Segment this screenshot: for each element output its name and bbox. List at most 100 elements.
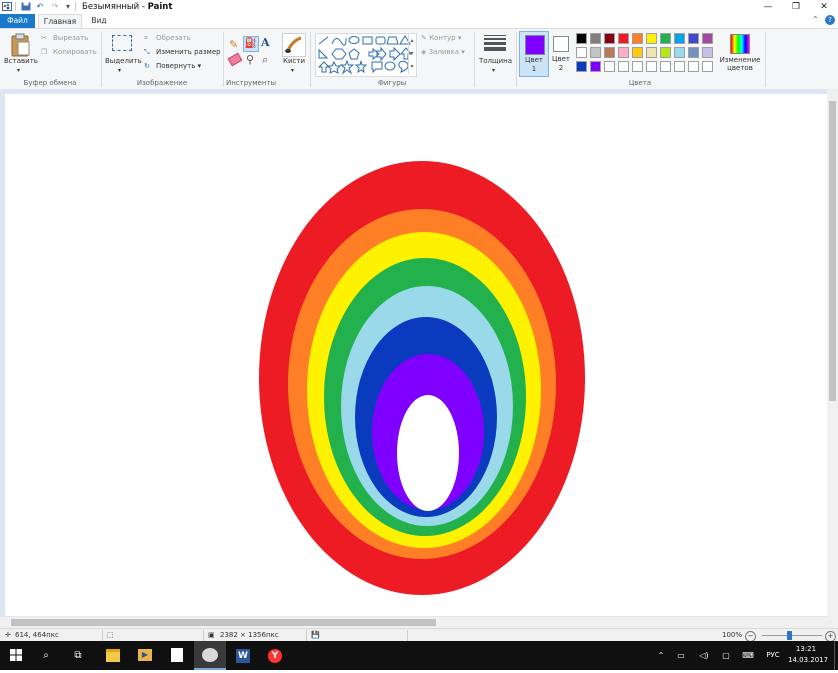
paste-icon[interactable] [9,33,31,59]
select-button[interactable]: Выделить [105,57,142,66]
save-icon[interactable] [21,2,31,11]
volume-icon[interactable]: ◁) [697,641,711,670]
horizontal-scroll-thumb[interactable] [11,619,436,626]
clock[interactable]: 13:21 14.03.2017 [788,644,828,666]
cut-button[interactable]: Вырезать [53,34,88,43]
palette-color-swatch[interactable] [632,47,643,58]
palette-color-swatch[interactable] [674,33,685,44]
palette-color-swatch[interactable] [674,61,685,72]
palette-color-swatch[interactable] [702,61,713,72]
palette-color-swatch[interactable] [688,47,699,58]
eraser-icon[interactable] [227,52,243,67]
palette-color-swatch[interactable] [632,33,643,44]
pencil-icon[interactable]: ✎ [229,38,238,51]
shapes-scroll[interactable]: ▴ ▾ ▾ [408,34,415,74]
size-icon[interactable] [484,35,506,51]
palette-color-swatch[interactable] [604,47,615,58]
shapes-gallery[interactable] [315,33,417,77]
brushes-button[interactable]: Кисти [283,57,305,66]
palette-color-swatch[interactable] [590,61,601,72]
palette-color-swatch[interactable] [702,33,713,44]
help-icon[interactable]: ? [825,15,835,25]
network-icon[interactable]: ▭ [674,641,688,670]
file-explorer-icon[interactable] [98,641,128,670]
redo-icon[interactable]: ↷ [50,2,60,11]
palette-color-swatch[interactable] [576,47,587,58]
outline-label: Контур [429,34,456,42]
tab-file[interactable]: Файл [0,14,35,28]
blank-app-icon[interactable] [162,641,192,670]
size-button[interactable]: Толщина [479,57,512,66]
fill-bucket-icon[interactable]: ⛽ [243,36,259,52]
close-button[interactable]: ✕ [810,0,838,14]
palette-color-swatch[interactable] [618,61,629,72]
outline-button[interactable]: ✎ Контур ▾ [421,34,461,43]
show-desktop-button[interactable] [834,641,838,670]
customize-quick-access-icon[interactable]: ▾ [63,2,73,11]
search-icon[interactable]: ⌕ [32,641,60,670]
ribbon: Вставить ▾ ✂ Вырезать ❐ Копировать Буфер… [0,28,838,90]
size-dropdown-icon[interactable]: ▾ [492,66,495,75]
palette-color-swatch[interactable] [590,47,601,58]
magnifier-icon[interactable]: ⌕ [262,53,268,67]
text-tool-icon[interactable]: A [261,36,270,49]
tray-expand-icon[interactable]: ⌃ [654,641,668,670]
copy-button[interactable]: Копировать [53,48,97,57]
restore-button[interactable]: ❐ [782,0,810,14]
palette-color-swatch[interactable] [604,33,615,44]
color1-button[interactable]: Цвет 1 [519,31,549,77]
resize-button[interactable]: Изменить размер [156,48,221,57]
color2-label-line2: 2 [558,64,564,72]
paste-button[interactable]: Вставить [4,57,38,66]
undo-icon[interactable]: ↶ [35,2,45,11]
zoom-slider-thumb[interactable] [787,631,792,640]
palette-color-swatch[interactable] [674,47,685,58]
rotate-button[interactable]: Повернуть ▾ [156,62,201,71]
language-indicator[interactable]: РУС [762,641,784,670]
palette-color-swatch[interactable] [618,47,629,58]
palette-color-swatch[interactable] [646,47,657,58]
palette-color-swatch[interactable] [646,61,657,72]
color-picker-icon[interactable]: ⚲ [246,53,254,66]
fill-button[interactable]: ◈ Заливка ▾ [421,48,465,57]
palette-color-swatch[interactable] [604,61,615,72]
media-player-icon[interactable]: ▶ [130,641,160,670]
palette-color-swatch[interactable] [576,61,587,72]
start-button[interactable] [2,641,30,670]
palette-color-swatch[interactable] [646,33,657,44]
paste-dropdown-icon[interactable]: ▾ [17,66,20,75]
palette-color-swatch[interactable] [632,61,643,72]
brushes-dropdown-icon[interactable]: ▾ [291,66,294,75]
palette-color-swatch[interactable] [660,47,671,58]
color2-button[interactable]: Цвет 2 [548,31,574,75]
collapse-ribbon-icon[interactable]: ⌃ [812,15,819,24]
keyboard-icon[interactable]: ⌨ [741,641,755,670]
task-view-icon[interactable]: ⧉ [64,641,92,670]
zoom-slider-track[interactable] [762,635,822,636]
word-icon[interactable]: W [228,641,258,670]
paint-taskbar-icon[interactable] [194,641,226,670]
tab-home[interactable]: Главная [38,14,82,28]
palette-color-swatch[interactable] [660,33,671,44]
palette-color-swatch[interactable] [702,47,713,58]
select-dropdown-icon[interactable]: ▾ [118,66,121,75]
action-center-icon[interactable]: ▢ [719,641,733,670]
brush-icon[interactable] [282,33,306,57]
palette-color-swatch[interactable] [688,61,699,72]
drawing-canvas[interactable] [5,94,827,616]
edit-colors-icon[interactable] [730,34,750,54]
crop-button[interactable]: Обрезать [156,34,191,43]
palette-color-swatch[interactable] [576,33,587,44]
taskbar: ⌕ ⧉ ▶ W Y ⌃ ▭ ◁) ▢ ⌨ РУС 13:21 14.03.201… [0,641,838,670]
yandex-browser-icon[interactable]: Y [260,641,290,670]
palette-color-swatch[interactable] [688,33,699,44]
palette-color-swatch[interactable] [618,33,629,44]
vertical-scroll-thumb[interactable] [829,101,836,401]
select-icon[interactable] [112,35,132,51]
minimize-button[interactable]: — [754,0,782,14]
palette-color-swatch[interactable] [660,61,671,72]
edit-colors-button[interactable]: Изменение цветов [718,56,762,72]
palette-color-swatch[interactable] [590,33,601,44]
tab-view[interactable]: Вид [84,14,114,28]
rotate-label: Повернуть [156,62,196,70]
